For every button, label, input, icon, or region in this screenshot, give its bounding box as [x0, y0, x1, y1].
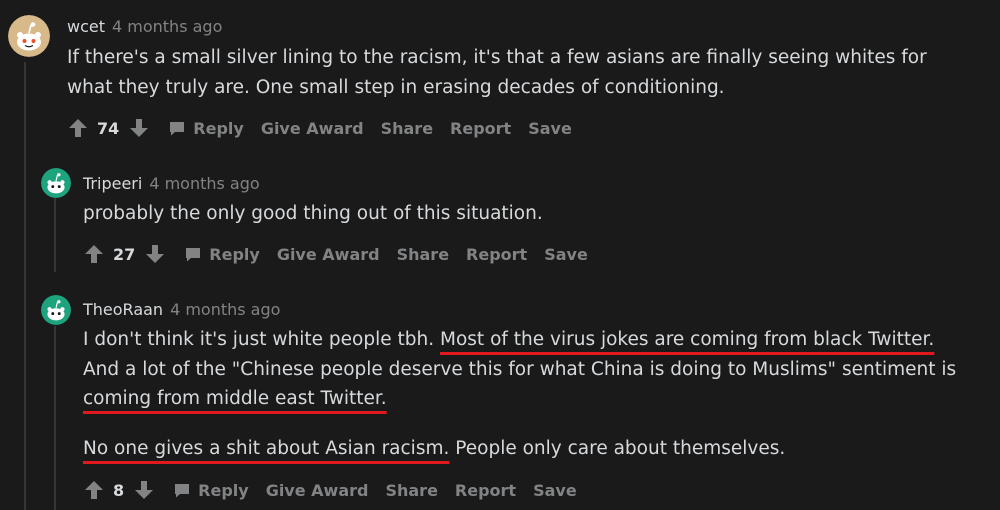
thread-line[interactable] — [54, 198, 56, 272]
comment-body: I don't think it's just white people tbh… — [83, 325, 976, 463]
give-award-button[interactable]: Give Award — [261, 119, 364, 138]
reply-button[interactable]: Reply — [168, 119, 244, 138]
comment-action-bar: 27 Reply Give Award Share Report Save — [83, 243, 588, 265]
save-button[interactable]: Save — [544, 245, 588, 264]
comment-bubble-icon — [170, 121, 185, 135]
report-button[interactable]: Report — [455, 481, 516, 500]
downvote-arrow-icon[interactable] — [133, 479, 155, 501]
downvote-arrow-icon[interactable] — [128, 117, 150, 139]
share-button[interactable]: Share — [385, 481, 437, 500]
comment-paragraph: probably the only good thing out of this… — [83, 203, 543, 224]
report-button[interactable]: Report — [466, 245, 527, 264]
comment-timestamp[interactable]: 4 months ago — [170, 300, 280, 319]
comment-action-bar: 8 Reply Give Award Share Report Save — [83, 479, 577, 501]
avatar[interactable] — [41, 168, 71, 198]
save-button[interactable]: Save — [528, 119, 572, 138]
comment-paragraph: If there's a small silver lining to the … — [67, 47, 927, 98]
red-underlined-text: No one gives a shit about Asian racism. — [83, 437, 450, 459]
text-segment: And a lot of the "Chinese people deserve… — [83, 358, 957, 380]
thread-line[interactable] — [54, 326, 56, 510]
comment-body: probably the only good thing out of this… — [83, 199, 963, 229]
share-button[interactable]: Share — [381, 119, 433, 138]
comment-author[interactable]: Tripeeri — [83, 174, 142, 193]
give-award-button[interactable]: Give Award — [277, 245, 380, 264]
thread-line[interactable] — [24, 62, 26, 510]
reddit-snoo-avatar-icon — [41, 168, 71, 198]
comment-timestamp[interactable]: 4 months ago — [149, 174, 259, 193]
save-button[interactable]: Save — [533, 481, 577, 500]
comment-author[interactable]: wcet — [67, 17, 105, 36]
text-segment: I don't think it's just white people tbh… — [83, 329, 441, 350]
report-button[interactable]: Report — [450, 119, 511, 138]
upvote-arrow-icon[interactable] — [83, 243, 105, 265]
avatar[interactable] — [8, 15, 50, 57]
reddit-snoo-avatar-icon — [8, 15, 50, 57]
comment-paragraph: No one gives a shit about Asian racism. … — [83, 434, 976, 464]
downvote-arrow-icon[interactable] — [144, 243, 166, 265]
reply-button[interactable]: Reply — [173, 481, 249, 500]
red-underlined-text: Most of the virus jokes are coming from … — [440, 329, 935, 350]
comment-action-bar: 74 Reply Give Award Share Report Save — [67, 117, 572, 139]
reply-label: Reply — [193, 118, 244, 138]
upvote-arrow-icon[interactable] — [83, 479, 105, 501]
comment-bubble-icon — [186, 247, 201, 261]
vote-score: 74 — [97, 118, 120, 138]
vote-score: 27 — [113, 244, 136, 264]
red-underlined-text: coming from middle east Twitter. — [83, 388, 387, 409]
share-button[interactable]: Share — [397, 245, 449, 264]
comment-body: If there's a small silver lining to the … — [67, 43, 972, 102]
text-segment: People only care about themselves. — [449, 437, 786, 459]
reply-label: Reply — [209, 244, 260, 264]
reply-label: Reply — [198, 480, 249, 500]
vote-score: 8 — [113, 480, 125, 500]
comment-paragraph: I don't think it's just white people tbh… — [83, 325, 976, 414]
comment-bubble-icon — [175, 483, 190, 497]
upvote-arrow-icon[interactable] — [67, 117, 89, 139]
give-award-button[interactable]: Give Award — [266, 481, 369, 500]
reply-button[interactable]: Reply — [184, 245, 260, 264]
comment-timestamp[interactable]: 4 months ago — [112, 17, 222, 36]
reddit-snoo-avatar-icon — [41, 295, 71, 325]
avatar[interactable] — [41, 295, 71, 325]
comment-author[interactable]: TheoRaan — [83, 300, 163, 319]
